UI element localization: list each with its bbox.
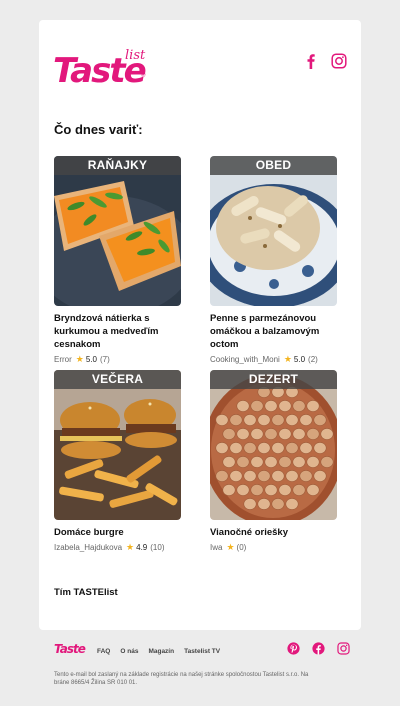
facebook-icon[interactable] bbox=[312, 642, 325, 655]
instagram-icon[interactable] bbox=[331, 53, 347, 69]
category-badge: VEČERA bbox=[54, 370, 181, 389]
section-heading: Čo dnes variť: bbox=[54, 122, 143, 137]
tastelist-logo[interactable]: Taste list ® bbox=[53, 48, 149, 88]
star-icon: ★ bbox=[226, 542, 235, 552]
recipe-image-dessert[interactable]: DEZERT bbox=[210, 370, 337, 520]
recipe-review-count: (0) bbox=[236, 543, 247, 552]
recipe-image-lunch[interactable]: OBED bbox=[210, 156, 337, 306]
footer-logo[interactable]: Taste bbox=[54, 642, 86, 656]
recipe-card-dessert[interactable]: DEZERT Vianočné oriešky Iwa ★ (0) bbox=[210, 370, 337, 553]
recipe-author[interactable]: Izabela_Hajdukova bbox=[54, 543, 122, 552]
recipe-rating: 4.9 bbox=[136, 543, 148, 552]
logo-registered-mark: ® bbox=[141, 73, 146, 79]
recipe-meta: Izabela_Hajdukova ★ 4.9 (10) bbox=[54, 542, 181, 553]
star-icon: ★ bbox=[126, 542, 135, 552]
facebook-icon[interactable] bbox=[303, 53, 319, 69]
footer-link-magazine[interactable]: Magazín bbox=[148, 648, 174, 655]
footer-link-tastelist-tv[interactable]: Tastelist TV bbox=[184, 648, 220, 655]
recipe-image-dinner[interactable]: VEČERA bbox=[54, 370, 181, 520]
recipe-author[interactable]: Cooking_with_Moni bbox=[210, 355, 280, 364]
recipe-title[interactable]: Penne s parmezánovou omáčkou a balzamový… bbox=[210, 312, 337, 351]
pinterest-icon[interactable] bbox=[287, 642, 300, 655]
instagram-icon[interactable] bbox=[337, 642, 350, 655]
recipe-meta: Cooking_with_Moni ★ 5.0 (2) bbox=[210, 354, 337, 365]
footer-link-about[interactable]: O nás bbox=[120, 648, 138, 655]
recipe-card-lunch[interactable]: OBED Penne s parmezánovou omáčkou a balz… bbox=[210, 156, 337, 365]
recipe-meta: Error ★ 5.0 (7) bbox=[54, 354, 181, 365]
star-icon: ★ bbox=[283, 354, 292, 364]
recipe-title[interactable]: Domáce burgre bbox=[54, 526, 181, 539]
email-card: Taste list ® Čo dnes variť: RAŇAJKY Bryn… bbox=[39, 20, 361, 630]
category-badge: DEZERT bbox=[210, 370, 337, 389]
signature: Tím TASTElist bbox=[54, 587, 118, 598]
recipe-review-count: (10) bbox=[150, 543, 165, 552]
recipe-image-breakfast[interactable]: RAŇAJKY bbox=[54, 156, 181, 306]
star-icon: ★ bbox=[75, 354, 84, 364]
logo-sub-text: list bbox=[125, 48, 146, 63]
recipe-title[interactable]: Bryndzová nátierka s kurkumou a medveďím… bbox=[54, 312, 181, 351]
recipe-review-count: (7) bbox=[99, 355, 110, 364]
recipe-title[interactable]: Vianočné oriešky bbox=[210, 526, 337, 539]
recipe-author[interactable]: Iwa bbox=[210, 543, 222, 552]
footer-link-faq[interactable]: FAQ bbox=[97, 648, 110, 655]
recipe-meta: Iwa ★ (0) bbox=[210, 542, 337, 553]
footer-social-links bbox=[287, 642, 350, 655]
recipe-card-dinner[interactable]: VEČERA Domáce burgre Izabela_Hajdukova ★… bbox=[54, 370, 181, 553]
recipe-card-breakfast[interactable]: RAŇAJKY Bryndzová nátierka s kurkumou a … bbox=[54, 156, 181, 365]
recipe-review-count: (2) bbox=[308, 355, 318, 364]
category-badge: OBED bbox=[210, 156, 337, 175]
recipe-rating: 5.0 bbox=[293, 355, 306, 364]
header-social-links bbox=[303, 53, 347, 69]
footer-links: FAQ O nás Magazín Tastelist TV bbox=[97, 648, 220, 655]
category-badge: RAŇAJKY bbox=[54, 156, 181, 175]
recipe-author[interactable]: Error bbox=[54, 355, 72, 364]
recipe-rating: 5.0 bbox=[85, 355, 97, 364]
footer-disclaimer: Tento e-mail bol zaslaný na základe regi… bbox=[54, 672, 309, 686]
